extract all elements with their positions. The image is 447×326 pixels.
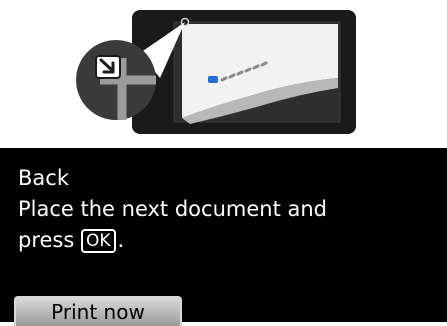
instruction-line: Place the next document and — [18, 197, 327, 221]
instruction-line-press: press OK. — [18, 225, 327, 256]
instruction-text: Back Place the next document and press O… — [18, 163, 327, 256]
print-now-label: Print now — [51, 300, 145, 324]
period: . — [117, 228, 125, 252]
place-document-icon — [76, 10, 356, 134]
position-indicator — [208, 76, 218, 83]
press-label: press — [18, 228, 75, 252]
ok-key-icon: OK — [81, 229, 116, 253]
corner-arrow-icon — [76, 40, 156, 120]
side-label: Back — [18, 166, 69, 190]
illustration-area — [0, 0, 447, 148]
